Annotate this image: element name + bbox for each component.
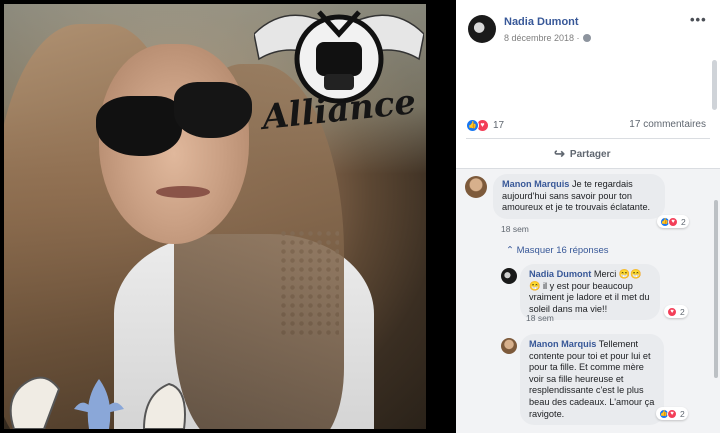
comment-reactions[interactable]: 👍 ♥ 2 xyxy=(657,215,689,228)
like-icon: 👍 xyxy=(466,118,479,132)
post-side-panel: Nadia Dumont 8 décembre 2018 · ••• 👍 ♥ 1… xyxy=(456,0,720,433)
reply-reaction-count: 2 xyxy=(680,408,685,419)
post-header: Nadia Dumont 8 décembre 2018 · ••• xyxy=(456,0,720,110)
comment-time[interactable]: 18 sem xyxy=(501,224,529,234)
share-button[interactable]: ↪ Partager xyxy=(554,146,610,162)
more-options-icon[interactable]: ••• xyxy=(690,12,707,27)
love-icon: ♥ xyxy=(667,408,677,419)
globe-icon xyxy=(582,34,591,42)
reaction-count[interactable]: 17 xyxy=(493,120,504,131)
comment-bubble: Manon Marquis Je te regardais aujourd'hu… xyxy=(493,174,665,219)
post-photo[interactable]: Alliance xyxy=(4,4,426,429)
divider xyxy=(466,138,710,139)
corner-fleur-de-lis-art xyxy=(9,376,186,429)
reply-reaction-count: 2 xyxy=(680,306,685,317)
post-date[interactable]: 8 décembre 2018 · xyxy=(504,33,591,43)
share-label: Partager xyxy=(569,148,611,160)
reply-time[interactable]: 18 sem xyxy=(526,313,554,323)
scrollbar[interactable] xyxy=(712,60,717,110)
reply-author[interactable]: Nadia Dumont xyxy=(529,269,591,279)
commenter-avatar[interactable] xyxy=(465,176,487,198)
reaction-summary[interactable]: 👍 ♥ 17 xyxy=(466,117,504,133)
comments-scrollbar[interactable] xyxy=(714,200,718,378)
reply-author[interactable]: Manon Marquis xyxy=(529,339,596,349)
reply-text: Tellement contente pour toi et pour lui … xyxy=(529,339,655,419)
photo-mouth xyxy=(156,186,210,198)
comments-section: Manon Marquis Je te regardais aujourd'hu… xyxy=(456,169,720,433)
reply-avatar[interactable] xyxy=(501,268,517,284)
author-name[interactable]: Nadia Dumont xyxy=(504,16,579,28)
post-date-text[interactable]: 8 décembre 2018 · xyxy=(504,33,580,43)
reply-avatar[interactable] xyxy=(501,338,517,354)
hide-replies-label: Masquer 16 réponses xyxy=(516,245,609,256)
comment-reaction-count: 2 xyxy=(681,216,686,227)
comment-author[interactable]: Manon Marquis xyxy=(502,179,569,189)
reply-reactions[interactable]: ♥ 2 xyxy=(664,305,688,318)
comments-count[interactable]: 17 commentaires xyxy=(629,119,706,130)
love-icon: ♥ xyxy=(667,306,677,317)
reply-bubble: Manon Marquis Tellement contente pour to… xyxy=(520,334,664,426)
author-avatar[interactable] xyxy=(468,15,496,43)
love-icon: ♥ xyxy=(668,216,678,227)
share-icon: ↪ xyxy=(554,146,565,161)
sunglasses-left-lens xyxy=(96,96,182,156)
photo-viewer: Alliance xyxy=(0,0,456,433)
reply-reactions[interactable]: 👍 ♥ 2 xyxy=(656,407,688,420)
hide-replies-link[interactable]: ⌃ Masquer 16 réponses xyxy=(506,245,609,256)
sunglasses-right-lens xyxy=(174,82,252,138)
reply-bubble: Nadia Dumont Merci 😁😁😁 il y est pour bea… xyxy=(520,264,660,321)
